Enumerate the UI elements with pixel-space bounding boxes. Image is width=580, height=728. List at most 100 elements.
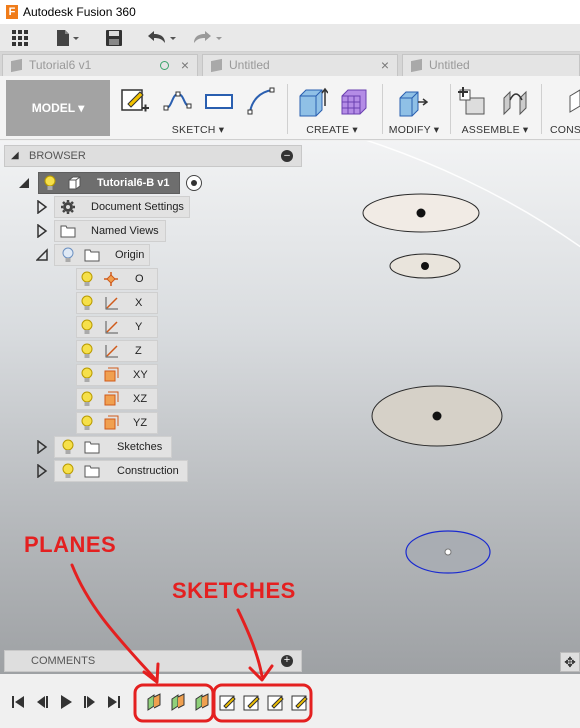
browser-root-node[interactable]: Tutorial6-B v1	[18, 172, 208, 194]
grid-menu-icon[interactable]	[10, 28, 30, 48]
assemble-group-label[interactable]: ASSEMBLE ▾	[456, 124, 534, 136]
extrude-icon[interactable]	[296, 86, 329, 117]
browser-item-construction[interactable]: Construction	[36, 460, 192, 482]
browser-item-xy-plane[interactable]: XY	[76, 364, 160, 386]
visibility-bulb-icon[interactable]	[62, 463, 74, 479]
visibility-bulb-icon[interactable]	[81, 319, 93, 335]
timeline-sketch-feature-icon[interactable]	[219, 693, 237, 711]
new-component-icon[interactable]	[456, 86, 486, 116]
browser-item-z-axis[interactable]: Z	[76, 340, 160, 362]
visibility-bulb-icon[interactable]	[81, 415, 93, 431]
visibility-bulb-icon[interactable]	[81, 343, 93, 359]
minimize-icon[interactable]: –	[281, 150, 293, 162]
spline-icon[interactable]	[162, 86, 192, 116]
document-tabs: Tutorial6 v1 × Untitled × Untitled	[0, 52, 580, 76]
browser-item-y-axis[interactable]: Y	[76, 316, 160, 338]
collapsed-triangle-icon[interactable]	[36, 200, 48, 214]
create-group-label[interactable]: CREATE ▾	[300, 124, 364, 136]
construction-label[interactable]: Construction	[54, 460, 188, 482]
browser-item-origin[interactable]: Origin	[36, 244, 166, 266]
visibility-bulb-icon[interactable]	[81, 271, 93, 287]
expanded-triangle-icon[interactable]	[36, 248, 48, 262]
browser-item-x-axis[interactable]: X	[76, 292, 160, 314]
visibility-bulb-icon[interactable]	[62, 247, 74, 263]
timeline-sketch-feature-icon[interactable]	[267, 693, 285, 711]
toolbar-divider	[450, 84, 451, 134]
visibility-bulb-icon[interactable]	[81, 295, 93, 311]
timeline-plane-feature-icon[interactable]	[169, 693, 187, 711]
redo-icon[interactable]	[190, 28, 226, 48]
comments-panel-header[interactable]: COMMENTS +	[4, 650, 302, 672]
tab-label: Untitled	[429, 58, 470, 72]
add-comment-icon[interactable]: +	[281, 655, 293, 667]
tab-label: Tutorial6 v1	[29, 58, 92, 72]
file-icon[interactable]	[54, 28, 80, 48]
press-pull-icon[interactable]	[396, 86, 429, 117]
browser-item-sketches[interactable]: Sketches	[36, 436, 176, 458]
visibility-bulb-icon[interactable]	[81, 391, 93, 407]
axis-icon	[105, 297, 118, 310]
form-icon[interactable]	[338, 86, 368, 116]
quick-access-toolbar	[0, 24, 580, 52]
axis-icon	[105, 345, 118, 358]
browser-item-origin-point[interactable]: O	[76, 268, 160, 290]
axis-icon	[105, 321, 118, 334]
visibility-bulb-icon[interactable]	[44, 175, 56, 191]
close-icon[interactable]: ×	[381, 55, 389, 76]
timeline-sketch-feature-icon[interactable]	[291, 693, 309, 711]
document-icon	[211, 58, 222, 73]
browser-title: BROWSER	[29, 150, 86, 162]
tab-untitled-2[interactable]: Untitled	[402, 54, 580, 76]
collapsed-triangle-icon[interactable]	[36, 224, 48, 238]
timeline-plane-feature-icon[interactable]	[193, 693, 211, 711]
window-title: Autodesk Fusion 360	[23, 5, 136, 19]
modify-group-label[interactable]: MODIFY ▾	[386, 124, 442, 136]
timeline-bar	[0, 674, 580, 728]
offset-plane-icon[interactable]	[566, 86, 580, 116]
browser-item-document-settings[interactable]: Document Settings	[36, 196, 196, 218]
collapse-icon[interactable]: ◢	[11, 146, 19, 166]
root-component-label[interactable]: Tutorial6-B v1	[38, 172, 180, 194]
browser-panel-header[interactable]: ◢ BROWSER –	[4, 145, 302, 167]
toolbar-divider	[287, 84, 288, 134]
tab-untitled-1[interactable]: Untitled ×	[202, 54, 398, 76]
timeline-plane-feature-icon[interactable]	[145, 693, 163, 711]
timeline-step-forward-icon[interactable]	[82, 694, 98, 710]
browser-item-xz-plane[interactable]: XZ	[76, 388, 160, 410]
visibility-bulb-icon[interactable]	[81, 367, 93, 383]
timeline-play-icon[interactable]	[58, 694, 74, 710]
workspace-switcher-button[interactable]: MODEL ▾	[6, 80, 110, 136]
component-icon	[68, 176, 81, 190]
rectangle-icon[interactable]	[204, 86, 234, 116]
timeline-start-icon[interactable]	[10, 694, 26, 710]
visibility-bulb-icon[interactable]	[62, 439, 74, 455]
arc-icon[interactable]	[246, 86, 276, 116]
expanded-triangle-icon[interactable]	[18, 176, 30, 190]
create-sketch-icon[interactable]	[120, 86, 150, 116]
timeline-sketch-feature-icon[interactable]	[243, 693, 261, 711]
save-icon[interactable]	[104, 28, 124, 48]
tab-tutorial6[interactable]: Tutorial6 v1 ×	[2, 54, 198, 76]
timeline-step-back-icon[interactable]	[34, 694, 50, 710]
browser-item-yz-plane[interactable]: YZ	[76, 412, 160, 434]
collapsed-triangle-icon[interactable]	[36, 440, 48, 454]
timeline-end-icon[interactable]	[106, 694, 122, 710]
plane-icon	[104, 391, 119, 406]
construct-group-label[interactable]: CONS	[550, 124, 580, 136]
folder-icon	[84, 441, 100, 454]
toolbar-divider	[382, 84, 383, 134]
joint-icon[interactable]	[500, 86, 530, 116]
toolbar-divider	[541, 84, 542, 134]
undo-icon[interactable]	[144, 28, 180, 48]
collapsed-triangle-icon[interactable]	[36, 464, 48, 478]
close-icon[interactable]: ×	[181, 55, 189, 76]
tab-label: Untitled	[229, 58, 270, 72]
fusion-logo-icon: F	[6, 5, 18, 19]
gear-icon	[61, 200, 75, 214]
sketch-group-label[interactable]: SKETCH ▾	[160, 124, 236, 136]
activate-radio-icon[interactable]	[186, 175, 202, 191]
browser-item-named-views[interactable]: Named Views	[36, 220, 176, 242]
comments-title: COMMENTS	[31, 655, 96, 667]
title-bar: F Autodesk Fusion 360	[0, 0, 580, 24]
pan-icon[interactable]: ✥	[560, 652, 580, 672]
